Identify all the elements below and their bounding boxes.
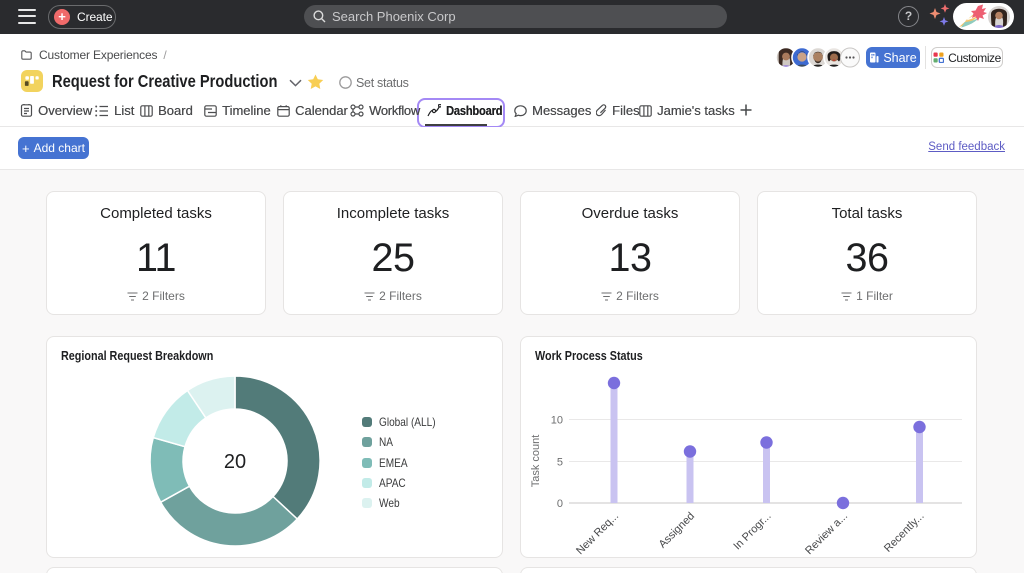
svg-text:5: 5 bbox=[557, 457, 563, 469]
svg-text:Assigned: Assigned bbox=[657, 510, 697, 550]
svg-text:Recently...: Recently... bbox=[882, 510, 927, 555]
svg-text:In Progr...: In Progr... bbox=[731, 510, 773, 552]
svg-text:0: 0 bbox=[557, 498, 563, 510]
svg-text:Review a...: Review a... bbox=[803, 510, 850, 556]
svg-text:10: 10 bbox=[551, 415, 563, 427]
svg-text:Task count: Task count bbox=[530, 435, 542, 488]
svg-text:20: 20 bbox=[224, 451, 246, 473]
svg-text:New Req...: New Req... bbox=[574, 510, 621, 556]
